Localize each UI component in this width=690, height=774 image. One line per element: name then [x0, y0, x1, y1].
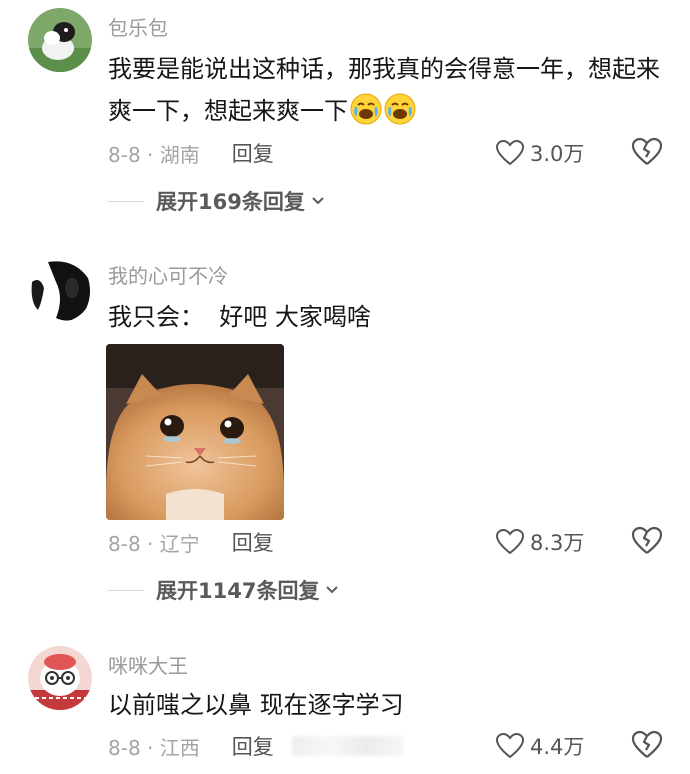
- heart-icon: [496, 733, 524, 759]
- like-count: 3.0万: [530, 142, 585, 166]
- heart-icon: [496, 529, 524, 555]
- crying-laughing-emoji-icon: [350, 93, 382, 125]
- broken-heart-icon: [631, 730, 663, 758]
- comment-meta: 8-8 · 湖南 回复: [108, 137, 274, 169]
- date-location: 8-8 · 湖南: [108, 142, 200, 167]
- expand-replies[interactable]: 展开169条回复: [108, 186, 325, 216]
- like-button[interactable]: 3.0万: [496, 137, 584, 169]
- broken-heart-icon: [631, 137, 663, 165]
- crying-cat-meme-image[interactable]: [106, 344, 284, 520]
- username[interactable]: 包乐包: [108, 12, 168, 41]
- dislike-button[interactable]: [630, 137, 664, 169]
- crying-laughing-emoji-icon: [384, 93, 416, 125]
- comment-text: 我要是能说出这种话，那我真的会得意一年，想起来爽一下，想起来爽一下: [108, 48, 668, 132]
- username[interactable]: 我的心可不冷: [108, 260, 228, 289]
- divider: [108, 589, 144, 591]
- avatar[interactable]: [28, 646, 92, 710]
- date-location: 8-8 · 江西: [108, 735, 200, 760]
- chevron-down-icon: [326, 586, 339, 594]
- avatar[interactable]: [28, 8, 92, 72]
- expand-replies[interactable]: 展开1147条回复: [108, 575, 339, 605]
- username[interactable]: 咪咪大王: [108, 650, 188, 679]
- reply-button[interactable]: 回复: [232, 527, 274, 557]
- reply-button[interactable]: 回复: [232, 731, 274, 761]
- like-button[interactable]: 8.3万: [496, 526, 584, 558]
- dislike-button[interactable]: [630, 730, 664, 762]
- like-count: 8.3万: [530, 531, 585, 555]
- broken-heart-icon: [631, 526, 663, 554]
- heart-icon: [496, 140, 524, 166]
- comment-text: 以前嗤之以鼻 现在逐字学习: [108, 691, 404, 719]
- date-location: 8-8 · 辽宁: [108, 531, 200, 556]
- reply-button[interactable]: 回复: [232, 138, 274, 168]
- like-button[interactable]: 4.4万: [496, 730, 584, 762]
- avatar[interactable]: [28, 258, 92, 322]
- like-count: 4.4万: [530, 735, 585, 759]
- divider: [108, 200, 144, 202]
- blurred-overlay: [292, 736, 404, 756]
- comment-meta: 8-8 · 辽宁 回复: [108, 526, 274, 558]
- comment-text: 我只会： 好吧 大家喝啥: [108, 303, 371, 331]
- expand-replies-label: 展开1147条回复: [156, 579, 320, 603]
- chevron-down-icon: [312, 197, 324, 205]
- dislike-button[interactable]: [630, 526, 664, 558]
- comment-list: 包乐包 我要是能说出这种话，那我真的会得意一年，想起来爽一下，想起来爽一下 8-…: [0, 0, 690, 774]
- expand-replies-label: 展开169条回复: [156, 190, 305, 214]
- comment-meta: 8-8 · 江西 回复: [108, 730, 274, 762]
